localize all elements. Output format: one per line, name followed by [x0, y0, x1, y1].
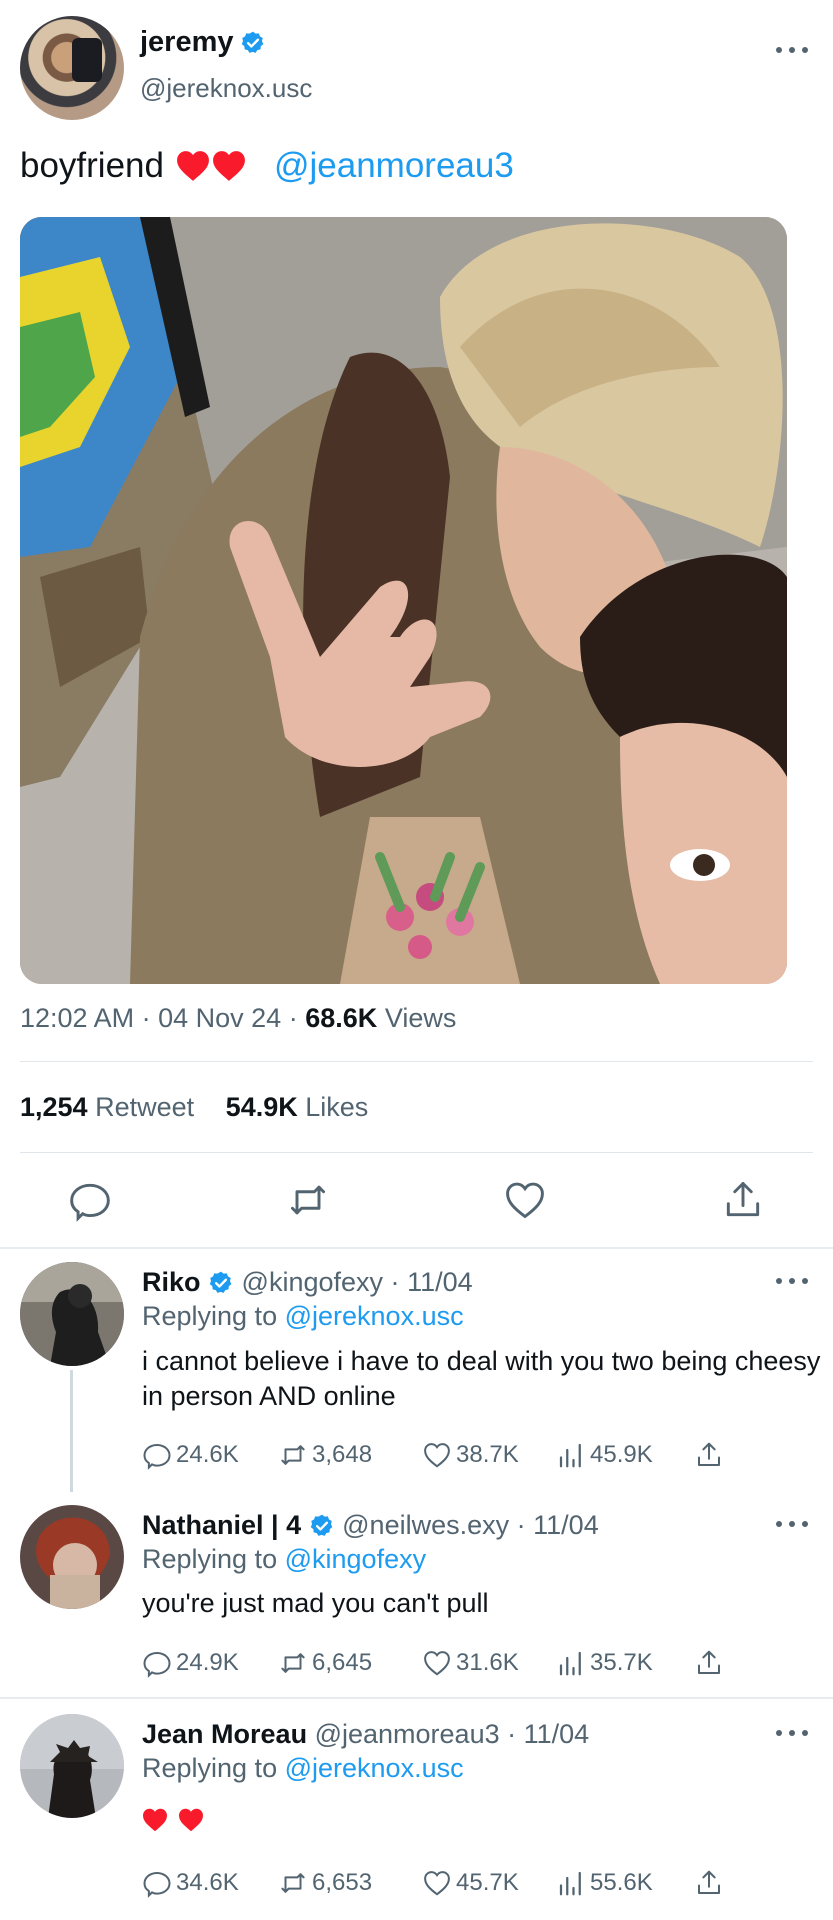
reply-text: i cannot believe i have to deal with you…	[142, 1346, 821, 1411]
share-icon	[698, 1442, 720, 1466]
more-icon[interactable]	[776, 1519, 808, 1529]
author-avatar[interactable]	[20, 16, 124, 120]
retweet-icon	[281, 1445, 305, 1465]
reply-icon	[143, 1443, 171, 1470]
retweet-icon	[281, 1873, 305, 1893]
reply-author-name[interactable]: Riko	[142, 1267, 201, 1297]
views-count: 68.6K	[305, 1003, 378, 1033]
reply-header: Jean Moreau @jeanmoreau3 · 11/04	[142, 1719, 590, 1749]
replying-to-handle[interactable]: @kingofexy	[285, 1544, 426, 1574]
retweet-icon[interactable]	[286, 1178, 330, 1222]
reply-button[interactable]: 34.6K	[142, 1868, 278, 1898]
replying-to: Replying to @kingofexy	[142, 1544, 427, 1574]
reply-icon	[143, 1651, 171, 1678]
reply-avatar[interactable]	[20, 1262, 124, 1366]
reply-header: Nathaniel | 4 @neilwes.exy · 11/04	[142, 1510, 599, 1540]
tweet-photo[interactable]	[20, 217, 787, 984]
heart-outline-icon	[424, 1651, 450, 1676]
reply-icon[interactable]	[68, 1178, 112, 1222]
reply-author-name[interactable]: Nathaniel | 4	[142, 1510, 301, 1540]
author-name-row[interactable]: jeremy	[140, 26, 266, 59]
reply-author-handle[interactable]: @kingofexy	[242, 1267, 383, 1297]
share-icon[interactable]	[721, 1178, 765, 1222]
share-icon	[698, 1650, 720, 1674]
views-label: Views	[384, 1003, 457, 1033]
reply-date: 11/04	[407, 1267, 473, 1297]
share-button[interactable]	[694, 1440, 724, 1470]
replying-to-handle[interactable]: @jereknox.usc	[285, 1301, 464, 1331]
heart-outline-icon	[424, 1443, 450, 1468]
share-button[interactable]	[694, 1868, 724, 1898]
more-icon[interactable]	[776, 1276, 808, 1286]
reply-avatar[interactable]	[20, 1505, 124, 1609]
retweet-button[interactable]: 3,648	[278, 1440, 422, 1470]
thread-line	[70, 1370, 73, 1492]
reply-date: 11/04	[523, 1719, 590, 1749]
tweet-stats: 1,254 Retweet 54.9K Likes	[20, 1092, 368, 1123]
tweet-date: 04 Nov 24	[158, 1003, 282, 1033]
reply-author-handle[interactable]: @jeanmoreau3	[315, 1719, 500, 1749]
reply-button[interactable]: 24.6K	[142, 1440, 278, 1470]
views-button[interactable]: 55.6K	[556, 1868, 694, 1898]
like-button[interactable]: 38.7K	[422, 1440, 556, 1470]
reply-author-name[interactable]: Jean Moreau	[142, 1719, 307, 1749]
views-button[interactable]: 35.7K	[556, 1648, 694, 1678]
bar-chart-icon	[559, 1651, 581, 1676]
replying-to: Replying to @jereknox.usc	[142, 1301, 464, 1331]
heart-outline-icon[interactable]	[503, 1178, 547, 1222]
verified-badge-icon	[310, 1514, 332, 1536]
author-handle[interactable]: @jereknox.usc	[140, 73, 312, 104]
reply-actions: 24.9K 6,645 31.6K 35.7K	[142, 1648, 724, 1678]
author-name[interactable]: jeremy	[140, 26, 234, 59]
bar-chart-icon	[559, 1443, 581, 1468]
heart-emoji-icon	[143, 1808, 167, 1832]
share-button[interactable]	[694, 1648, 724, 1678]
divider	[20, 1152, 813, 1153]
section-divider	[0, 1697, 833, 1699]
replying-to-handle[interactable]: @jereknox.usc	[285, 1753, 464, 1783]
reply-actions: 24.6K 3,648 38.7K 45.9K	[142, 1440, 724, 1470]
tweet-mention[interactable]: @jeanmoreau3	[274, 146, 514, 186]
heart-outline-icon	[424, 1871, 450, 1896]
like-button[interactable]: 45.7K	[422, 1868, 556, 1898]
more-icon[interactable]	[776, 1728, 808, 1738]
section-divider	[0, 1247, 833, 1249]
bar-chart-icon	[559, 1871, 581, 1896]
verified-badge-icon	[241, 31, 263, 53]
like-button[interactable]: 31.6K	[422, 1648, 556, 1678]
reply-actions: 34.6K 6,653 45.7K 55.6K	[142, 1868, 724, 1898]
heart-emoji-icon	[177, 151, 209, 181]
tweet-text: boyfriend @jeanmoreau3	[20, 146, 514, 186]
retweets-stat[interactable]: 1,254 Retweet	[20, 1092, 194, 1122]
heart-emoji-icon	[213, 151, 245, 181]
divider	[20, 1061, 813, 1062]
reply-author-handle[interactable]: @neilwes.exy	[342, 1510, 509, 1540]
tweet-time: 12:02 AM	[20, 1003, 135, 1033]
tweet-body: boyfriend	[20, 146, 164, 185]
reply-text: you're just mad you can't pull	[142, 1588, 489, 1618]
replying-to: Replying to @jereknox.usc	[142, 1753, 464, 1783]
likes-stat[interactable]: 54.9K Likes	[226, 1092, 369, 1122]
retweet-button[interactable]: 6,653	[278, 1868, 422, 1898]
retweet-button[interactable]: 6,645	[278, 1648, 422, 1678]
verified-badge-icon	[209, 1271, 232, 1293]
tweet-meta: 12:02 AM · 04 Nov 24 · 68.6K Views	[20, 1003, 457, 1033]
reply-date: 11/04	[533, 1510, 599, 1540]
reply-icon	[143, 1871, 171, 1898]
reply-avatar[interactable]	[20, 1714, 124, 1818]
share-icon	[698, 1870, 720, 1894]
more-icon[interactable]	[776, 45, 808, 55]
heart-emoji-icon	[179, 1808, 203, 1832]
reply-text	[142, 1808, 204, 1832]
views-button[interactable]: 45.9K	[556, 1440, 694, 1470]
reply-button[interactable]: 24.9K	[142, 1648, 278, 1678]
retweet-icon	[281, 1653, 305, 1673]
reply-header: Riko @kingofexy · 11/04	[142, 1267, 473, 1297]
